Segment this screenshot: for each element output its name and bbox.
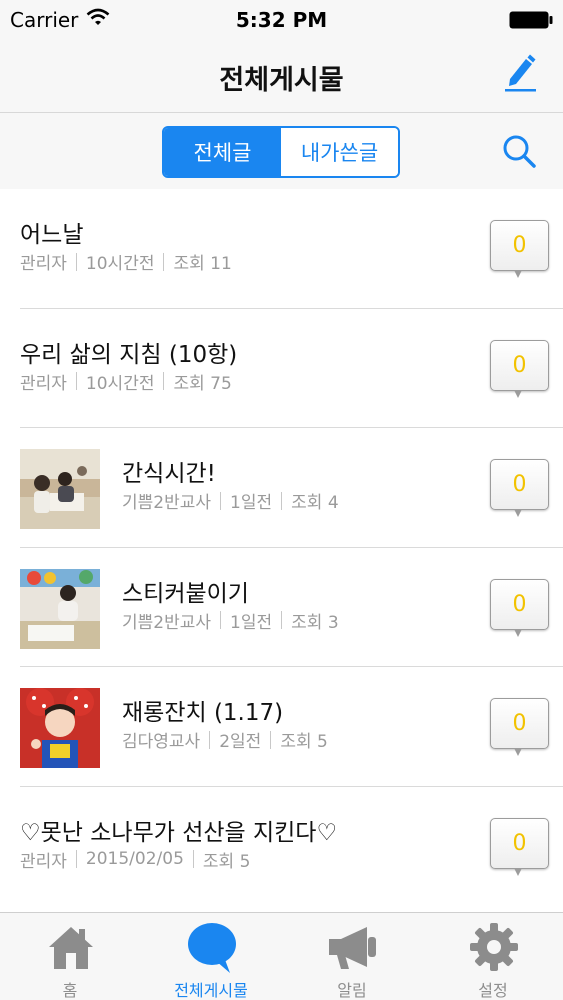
app-screen: Carrier 5:32 PM 전체게시물 전체글 내가쓴글 어느날 관리자 1… <box>0 0 563 1000</box>
post-row[interactable]: 스티커붙이기 기쁨2반교사 1일전 조회 3 0 <box>0 548 563 667</box>
post-time: 10시간전 <box>85 373 155 394</box>
speech-bubble-icon <box>188 923 236 973</box>
segmented-control: 전체글 내가쓴글 <box>162 126 400 178</box>
comment-count-badge[interactable]: 0 <box>490 578 549 637</box>
comment-count: 0 <box>512 352 527 378</box>
post-time: 2일전 <box>219 732 262 752</box>
post-list: 어느날 관리자 10시간전 조회 11 0 우리 삶의 지침 (10항) 관리자… <box>0 189 563 906</box>
comment-count-badge[interactable]: 0 <box>490 698 549 756</box>
comment-count: 0 <box>512 830 527 856</box>
gear-icon <box>470 923 518 971</box>
bubble-tail-icon <box>514 748 522 756</box>
comment-count-badge[interactable]: 0 <box>490 817 549 876</box>
comment-count: 0 <box>512 472 527 497</box>
post-author: 관리자 <box>20 373 67 394</box>
meta-divider <box>220 611 222 629</box>
search-icon[interactable] <box>501 133 537 169</box>
post-author: 김다영교사 <box>122 732 201 752</box>
post-thumbnail <box>20 568 100 649</box>
comment-count: 0 <box>512 591 527 617</box>
comment-count-badge[interactable]: 0 <box>490 459 549 517</box>
post-row[interactable]: 간식시간! 기쁨2반교사 1일전 조회 4 0 <box>0 428 563 548</box>
comment-count-badge[interactable]: 0 <box>490 220 549 278</box>
segment-my-posts[interactable]: 내가쓴글 <box>281 128 398 176</box>
post-meta: 기쁨2반교사 1일전 조회 3 <box>122 608 339 633</box>
tab-label: 전체게시물 <box>174 981 248 1000</box>
post-time: 2015/02/05 <box>85 849 184 869</box>
comment-count: 0 <box>512 711 527 736</box>
meta-divider <box>75 850 77 868</box>
post-views: 조회 4 <box>291 493 339 513</box>
bubble-tail-icon <box>514 628 522 637</box>
post-author: 관리자 <box>20 851 67 872</box>
bubble-tail-icon <box>514 867 522 876</box>
tab-all-posts[interactable]: 전체게시물 <box>141 913 281 1000</box>
tab-settings[interactable]: 설정 <box>423 913 563 1000</box>
comment-count-badge[interactable]: 0 <box>490 339 549 398</box>
bubble-tail-icon <box>514 270 522 278</box>
tab-label: 설정 <box>478 981 508 1000</box>
segment-all-posts[interactable]: 전체글 <box>164 128 281 176</box>
post-row[interactable]: 재롱잔치 (1.17) 김다영교사 2일전 조회 5 0 <box>0 667 563 787</box>
megaphone-icon <box>329 927 376 969</box>
tab-bar: 홈 전체게시물 알림 설정 <box>0 912 563 1000</box>
meta-divider <box>270 730 272 749</box>
status-bar: Carrier 5:32 PM <box>0 0 563 40</box>
tab-notifications[interactable]: 알림 <box>282 913 422 1000</box>
bubble-tail-icon <box>514 509 522 517</box>
post-meta: 관리자 2015/02/05 조회 5 <box>20 847 250 872</box>
post-views: 조회 5 <box>202 851 251 872</box>
post-views: 조회 75 <box>173 373 232 394</box>
meta-divider <box>75 252 77 271</box>
meta-divider <box>220 491 222 510</box>
battery-icon <box>509 11 553 29</box>
post-title: 재롱잔치 (1.17) <box>122 700 284 726</box>
meta-divider <box>209 730 211 749</box>
post-row[interactable]: 어느날 관리자 10시간전 조회 11 0 <box>0 189 563 309</box>
comment-count: 0 <box>512 233 527 258</box>
post-row[interactable]: 우리 삶의 지침 (10항) 관리자 10시간전 조회 75 0 <box>0 309 563 428</box>
post-meta: 기쁨2반교사 1일전 조회 4 <box>122 488 339 513</box>
post-author: 기쁨2반교사 <box>122 493 212 513</box>
meta-divider <box>281 611 283 629</box>
meta-divider <box>192 850 194 868</box>
post-row[interactable]: ♡못난 소나무가 선산을 지킨다♡ 관리자 2015/02/05 조회 5 0 <box>0 787 563 907</box>
post-author: 관리자 <box>20 254 67 274</box>
post-views: 조회 3 <box>291 612 339 633</box>
filter-bar: 전체글 내가쓴글 <box>0 113 563 189</box>
tab-label: 알림 <box>337 981 367 1000</box>
pencil-icon[interactable] <box>502 53 538 93</box>
post-meta: 관리자 10시간전 조회 75 <box>20 369 232 394</box>
post-title: ♡못난 소나무가 선산을 지킨다♡ <box>20 819 338 846</box>
tab-label: 홈 <box>62 981 78 1000</box>
post-time: 1일전 <box>230 612 273 633</box>
post-thumbnail <box>20 688 100 768</box>
meta-divider <box>163 252 165 271</box>
post-time: 1일전 <box>230 493 273 513</box>
post-title: 스티커붙이기 <box>122 580 249 607</box>
meta-divider <box>163 372 165 390</box>
post-thumbnail <box>20 449 100 529</box>
post-title: 어느날 <box>20 222 84 248</box>
page-title: 전체게시물 <box>219 65 344 96</box>
home-icon <box>49 927 93 969</box>
post-views: 조회 5 <box>280 732 328 752</box>
meta-divider <box>75 372 77 390</box>
post-meta: 김다영교사 2일전 조회 5 <box>122 727 328 752</box>
meta-divider <box>281 491 283 510</box>
tab-home[interactable]: 홈 <box>0 913 140 1000</box>
post-title: 간식시간! <box>122 461 216 487</box>
post-views: 조회 11 <box>173 254 232 274</box>
post-meta: 관리자 10시간전 조회 11 <box>20 249 232 274</box>
bubble-tail-icon <box>514 389 522 398</box>
post-time: 10시간전 <box>85 254 155 274</box>
clock: 5:32 PM <box>235 8 328 32</box>
navigation-bar: 전체게시물 <box>0 40 563 113</box>
post-author: 기쁨2반교사 <box>122 612 212 633</box>
post-title: 우리 삶의 지침 (10항) <box>20 341 238 368</box>
